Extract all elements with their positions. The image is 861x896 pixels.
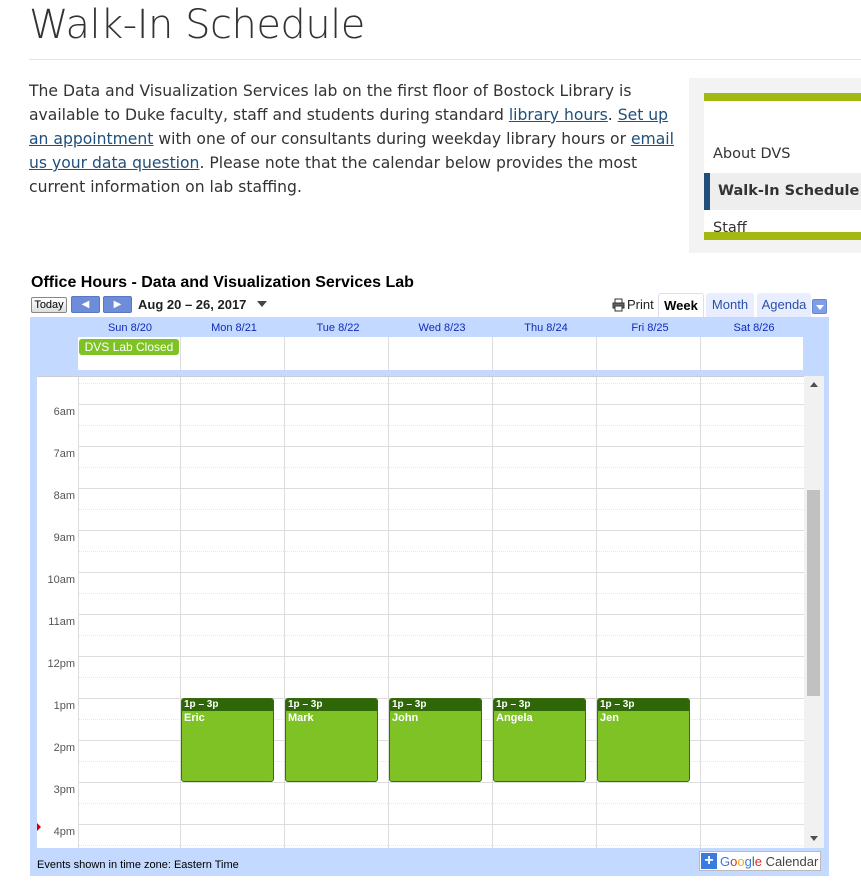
half-hour-line — [78, 383, 804, 384]
event-name: Mark — [288, 712, 314, 724]
sidebar-item-staff[interactable]: Staff — [704, 210, 861, 247]
hour-label-11am: 11am — [48, 616, 75, 628]
day-header-wed: Wed 8/23 — [418, 322, 466, 334]
day-header-mon: Mon 8/21 — [211, 322, 257, 334]
prev-week-button[interactable]: ◀ — [71, 296, 100, 313]
section-sidebar: About DVS Walk-In Schedule Staff — [689, 78, 861, 253]
tab-week[interactable]: Week — [658, 293, 704, 317]
hour-label-8am: 8am — [53, 490, 75, 502]
all-day-divider — [180, 337, 181, 370]
hour-label-4pm: 4pm — [53, 826, 75, 838]
all-day-divider — [284, 337, 285, 370]
all-day-divider — [492, 337, 493, 370]
event-time: 1p – 3p — [286, 699, 377, 711]
event-time: 1p – 3p — [494, 699, 585, 711]
day-column-divider — [78, 377, 79, 848]
event-jen[interactable]: 1p – 3p Jen — [597, 698, 690, 782]
half-hour-line — [78, 845, 804, 846]
event-john[interactable]: 1p – 3p John — [389, 698, 482, 782]
all-day-event-lab-closed[interactable]: DVS Lab Closed — [79, 339, 179, 355]
library-hours-link[interactable]: library hours — [509, 106, 608, 124]
scroll-down-arrow-icon[interactable] — [810, 836, 818, 841]
intro-paragraph: The Data and Visualization Services lab … — [29, 79, 674, 199]
hour-label-6am: 6am — [53, 406, 75, 418]
time-grid-scrollbar[interactable] — [804, 376, 824, 848]
intro-text-2: . — [607, 106, 618, 124]
event-angela[interactable]: 1p – 3p Angela — [493, 698, 586, 782]
title-divider — [29, 59, 861, 60]
timezone-note: Events shown in time zone: Eastern Time — [37, 859, 239, 871]
day-header-tue: Tue 8/22 — [316, 322, 360, 334]
event-mark[interactable]: 1p – 3p Mark — [285, 698, 378, 782]
event-eric[interactable]: 1p – 3p Eric — [181, 698, 274, 782]
print-button[interactable]: Print — [627, 297, 654, 312]
agenda-dropdown-icon[interactable] — [812, 299, 827, 314]
event-name: Jen — [600, 712, 619, 724]
print-icon[interactable] — [612, 298, 625, 312]
event-name: Eric — [184, 712, 205, 724]
day-header-sat: Sat 8/26 — [733, 322, 775, 334]
sidebar-menu: About DVS Walk-In Schedule Staff — [704, 101, 861, 236]
event-name: John — [392, 712, 419, 724]
event-time: 1p – 3p — [598, 699, 689, 711]
google-calendar-badge[interactable]: + Google Calendar — [699, 851, 821, 871]
day-header-thu: Thu 8/24 — [524, 322, 568, 334]
calendar-frame: Sun 8/20 Mon 8/21 Tue 8/22 Wed 8/23 Thu … — [30, 317, 829, 876]
all-day-divider — [388, 337, 389, 370]
hour-label-10am: 10am — [47, 574, 75, 586]
hour-label-2pm: 2pm — [53, 742, 75, 754]
next-week-button[interactable]: ▶ — [103, 296, 132, 313]
hour-label-3pm: 3pm — [53, 784, 75, 796]
half-hour-line — [78, 467, 804, 468]
all-day-divider — [700, 337, 701, 370]
day-header-sun: Sun 8/20 — [107, 322, 153, 334]
sidebar-accent-top — [704, 93, 861, 101]
sidebar-accent-bottom — [704, 232, 861, 240]
half-hour-line — [78, 593, 804, 594]
date-range-label[interactable]: Aug 20 – 26, 2017 — [138, 297, 246, 312]
plus-icon: + — [701, 853, 717, 869]
scrollbar-thumb[interactable] — [807, 490, 820, 696]
today-button[interactable]: Today — [31, 297, 67, 313]
event-time: 1p – 3p — [390, 699, 481, 711]
date-picker-caret-icon[interactable] — [257, 301, 267, 307]
all-day-divider — [596, 337, 597, 370]
event-name: Angela — [496, 712, 533, 724]
calendar-title: Office Hours - Data and Visualization Se… — [31, 274, 414, 291]
half-hour-line — [78, 803, 804, 804]
tab-agenda[interactable]: Agenda — [757, 293, 811, 317]
half-hour-line — [78, 551, 804, 552]
intro-text-3: with one of our consultants during weekd… — [153, 130, 631, 148]
half-hour-line — [78, 635, 804, 636]
half-hour-line — [78, 425, 804, 426]
tab-month[interactable]: Month — [706, 293, 754, 317]
current-time-marker-icon — [37, 823, 41, 831]
sidebar-item-walk-in-schedule[interactable]: Walk-In Schedule — [704, 173, 861, 210]
hour-label-9am: 9am — [53, 532, 75, 544]
page-title: Walk-In Schedule — [29, 2, 365, 48]
scroll-up-arrow-icon[interactable] — [810, 382, 818, 387]
event-time: 1p – 3p — [182, 699, 273, 711]
all-day-row — [78, 337, 803, 370]
hour-label-1pm: 1pm — [53, 700, 75, 712]
google-calendar-logo: Google Calendar — [720, 854, 819, 869]
half-hour-line — [78, 509, 804, 510]
sidebar-item-about-dvs[interactable]: About DVS — [704, 136, 861, 173]
day-header-fri: Fri 8/25 — [631, 322, 669, 334]
time-grid: 6am 7am 8am 9am 10am 11am 12pm 1pm 2pm 3… — [37, 376, 824, 848]
day-column-divider — [700, 377, 701, 848]
half-hour-line — [78, 677, 804, 678]
hour-label-12pm: 12pm — [47, 658, 75, 670]
hour-label-7am: 7am — [53, 448, 75, 460]
day-header-row: Sun 8/20 Mon 8/21 Tue 8/22 Wed 8/23 Thu … — [78, 322, 803, 337]
